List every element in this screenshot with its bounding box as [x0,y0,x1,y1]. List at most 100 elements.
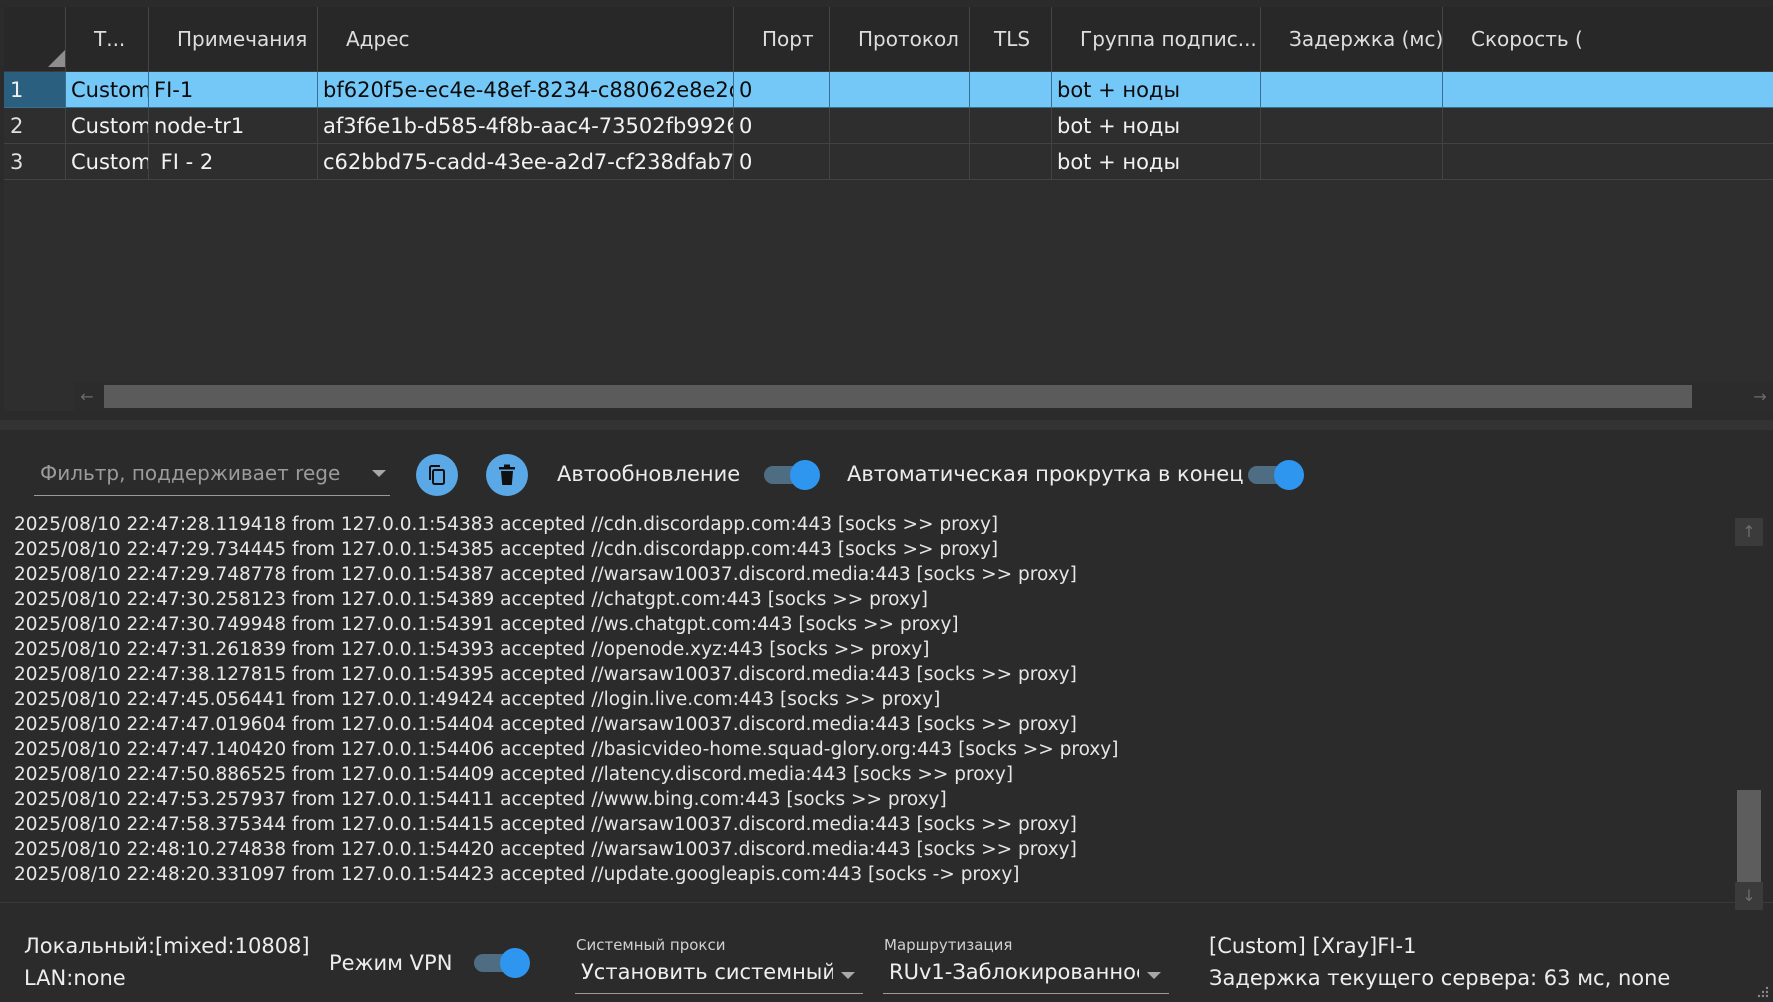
current-server: [Custom] [Xray]FI-1 [1209,934,1417,958]
lan-status: LAN:none [24,966,126,990]
log-line: 2025/08/10 22:47:30.258123 from 127.0.0.… [14,589,928,610]
clear-log-button[interactable] [486,454,528,496]
table-row[interactable]: 3 Custom FI - 2 c62bbd75-cadd-43ee-a2d7-… [4,144,1773,180]
toggle-knob [790,460,820,490]
cell-address: c62bbd75-cadd-43ee-a2d7-cf238dfab7bc.jso… [318,144,734,180]
cell-type: Custom [66,144,149,180]
grid-header: Т... Примечания Адрес Порт Протокол TLS … [4,7,1773,72]
row-index: 2 [4,108,66,144]
log-filter-input[interactable] [40,456,340,490]
log-line: 2025/08/10 22:47:30.749948 from 127.0.0.… [14,614,959,635]
status-bar-divider [0,902,1773,903]
log-line: 2025/08/10 22:47:53.257937 from 127.0.0.… [14,789,947,810]
current-server-latency: Задержка текущего сервера: 63 мс, none [1209,966,1671,990]
log-output[interactable]: 2025/08/10 22:47:28.119418 from 127.0.0.… [14,512,1724,892]
chevron-down-icon [1147,972,1161,979]
chevron-down-icon [841,972,855,979]
column-header-speed[interactable]: Скорость ( [1443,7,1773,72]
toggle-knob [500,948,530,978]
routing-value: RUv1-Заблокированное [889,960,1139,984]
cell-group: bot + ноды [1052,108,1261,144]
log-line: 2025/08/10 22:47:29.748778 from 127.0.0.… [14,564,1077,585]
scroll-up-arrow-icon[interactable]: ↑ [1735,518,1763,546]
system-proxy-value: Установить системный прокси [581,960,833,984]
cell-protocol [830,72,970,108]
cell-remarks: node-tr1 [149,108,318,144]
system-proxy-select[interactable]: Установить системный прокси [575,954,863,994]
log-line: 2025/08/10 22:47:47.140420 from 127.0.0.… [14,739,1119,760]
pane-splitter[interactable] [0,420,1773,430]
cell-type: Custom [66,72,149,108]
log-line: 2025/08/10 22:47:50.886525 from 127.0.0.… [14,764,1014,785]
trash-icon [499,464,515,485]
column-header-latency[interactable]: Задержка (мс) [1261,7,1443,72]
copy-icon [429,465,445,485]
horizontal-scroll-thumb[interactable] [104,385,1692,408]
cell-tls [970,144,1052,180]
cell-remarks: FI-1 [149,72,318,108]
vpn-mode-label: Режим VPN [329,951,453,975]
auto-scroll-toggle[interactable] [1248,460,1304,490]
log-line: 2025/08/10 22:47:31.261839 from 127.0.0.… [14,639,930,660]
cell-speed [1443,108,1773,144]
chevron-down-icon[interactable] [372,470,386,477]
vertical-scroll-thumb[interactable] [1737,790,1761,882]
scroll-right-arrow-icon[interactable]: → [1747,382,1773,411]
table-row[interactable]: 1 Custom FI-1 bf620f5e-ec4e-48ef-8234-c8… [4,72,1773,108]
log-line: 2025/08/10 22:47:38.127815 from 127.0.0.… [14,664,1077,685]
routing-label: Маршрутизация [884,936,1013,954]
copy-log-button[interactable] [416,454,458,496]
toggle-knob [1274,460,1304,490]
row-index: 3 [4,144,66,180]
log-vertical-scrollbar[interactable]: ↑ ↓ [1735,518,1763,910]
corner-triangle-icon [48,49,65,67]
cell-latency [1261,72,1443,108]
scroll-left-arrow-icon[interactable]: ← [74,382,100,411]
cell-port: 0 [734,108,830,144]
cell-remarks: FI - 2 [149,144,318,180]
auto-refresh-label: Автообновление [557,462,741,486]
column-header-tls[interactable]: TLS [970,7,1052,72]
scroll-down-arrow-icon[interactable]: ↓ [1735,882,1763,910]
column-header-subscription-group[interactable]: Группа подпис... [1052,7,1261,72]
horizontal-scrollbar[interactable]: ← → [74,382,1773,411]
system-proxy-label: Системный прокси [576,936,726,954]
cell-address: bf620f5e-ec4e-48ef-8234-c88062e8e2db.jso… [318,72,734,108]
cell-protocol [830,108,970,144]
log-line: 2025/08/10 22:47:58.375344 from 127.0.0.… [14,814,1077,835]
log-line: 2025/08/10 22:48:10.274838 from 127.0.0.… [14,839,1077,860]
column-header-remarks[interactable]: Примечания [149,7,318,72]
cell-speed [1443,72,1773,108]
cell-protocol [830,144,970,180]
cell-group: bot + ноды [1052,144,1261,180]
log-line: 2025/08/10 22:47:28.119418 from 127.0.0.… [14,514,999,535]
log-line: 2025/08/10 22:47:29.734445 from 127.0.0.… [14,539,999,560]
cell-latency [1261,144,1443,180]
log-line: 2025/08/10 22:48:20.331097 from 127.0.0.… [14,864,1020,885]
cell-tls [970,72,1052,108]
cell-group: bot + ноды [1052,72,1261,108]
resize-grip-icon[interactable] [1755,984,1769,998]
cell-speed [1443,144,1773,180]
cell-port: 0 [734,144,830,180]
column-header-protocol[interactable]: Протокол [830,7,970,72]
local-port-status: Локальный:[mixed:10808] [24,934,310,958]
column-header-type[interactable]: Т... [66,7,149,72]
log-filter-combobox[interactable] [34,452,390,496]
cell-latency [1261,108,1443,144]
cell-tls [970,108,1052,144]
routing-select[interactable]: RUv1-Заблокированное [883,954,1169,994]
auto-refresh-toggle[interactable] [764,460,820,490]
table-row[interactable]: 2 Custom node-tr1 af3f6e1b-d585-4f8b-aac… [4,108,1773,144]
log-line: 2025/08/10 22:47:45.056441 from 127.0.0.… [14,689,941,710]
vpn-mode-toggle[interactable] [474,948,530,978]
column-header-address[interactable]: Адрес [318,7,734,72]
column-header-port[interactable]: Порт [734,7,830,72]
cell-port: 0 [734,72,830,108]
row-index: 1 [4,72,66,108]
select-all-corner[interactable] [4,7,66,72]
log-line: 2025/08/10 22:47:47.019604 from 127.0.0.… [14,714,1077,735]
cell-type: Custom [66,108,149,144]
auto-scroll-label: Автоматическая прокрутка в конец [847,462,1244,486]
server-grid[interactable]: Т... Примечания Адрес Порт Протокол TLS … [4,7,1773,411]
